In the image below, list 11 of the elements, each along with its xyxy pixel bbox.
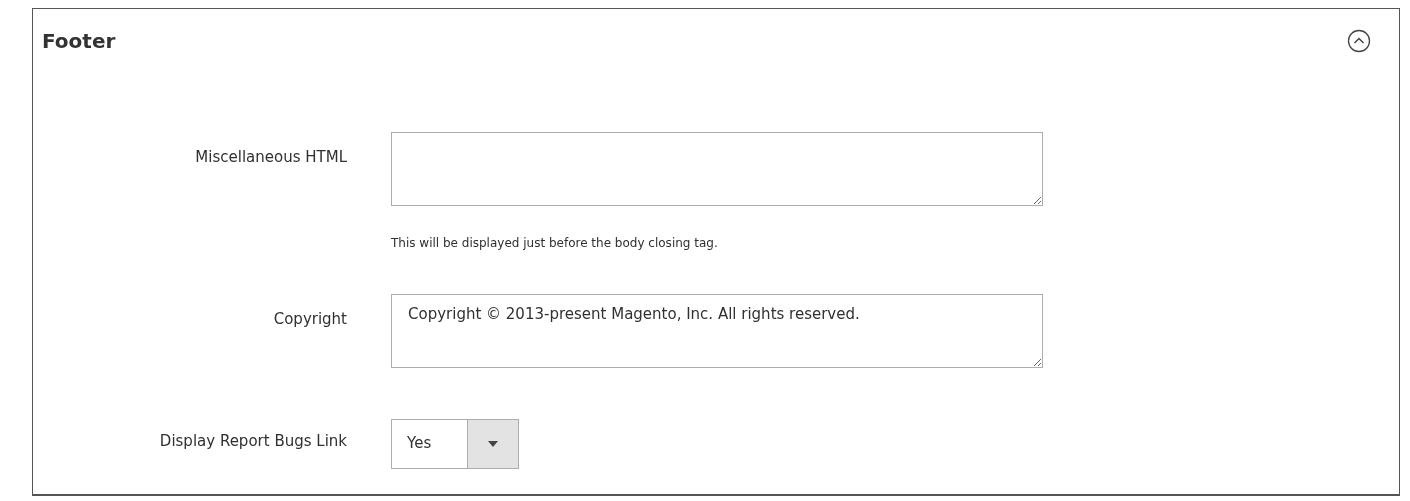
caret-icon [488, 441, 498, 447]
field-label: Miscellaneous HTML [194, 147, 347, 168]
chevron-circle-icon [1347, 29, 1371, 53]
field-note: This will be displayed just before the body closing tag. [391, 236, 719, 250]
section-title: Footer [42, 29, 116, 53]
field-label: Display Report Bugs Link [158, 431, 347, 452]
dropdown-select[interactable]: Yes [391, 419, 519, 469]
text-area-field[interactable] [391, 132, 1043, 206]
text-area-field[interactable]: Copyright © 2013-present Magento, Inc. All rights reserved. [391, 294, 1043, 368]
field-label: Copyright [272, 309, 347, 330]
collapse-toggle-button[interactable] [1347, 29, 1371, 53]
